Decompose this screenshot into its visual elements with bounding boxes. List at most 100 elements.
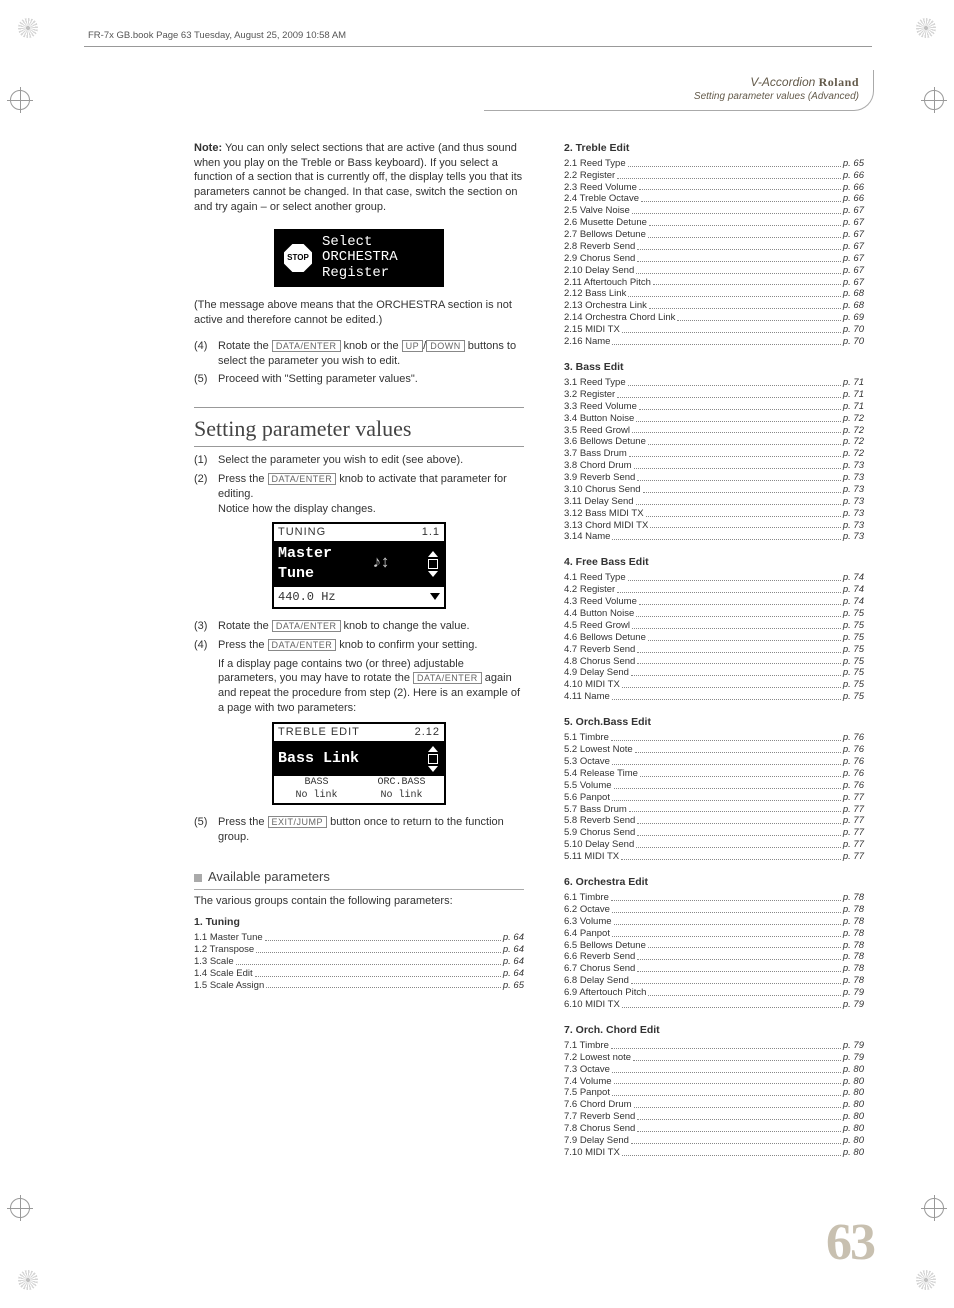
toc-entry-page: p. 79 — [843, 999, 864, 1011]
note-text: You can only select sections that are ac… — [194, 142, 522, 213]
toc-entry-page: p. 71 — [843, 377, 864, 389]
toc-entry: 2.1 Reed Typep. 65 — [564, 158, 864, 170]
leader-dots — [650, 520, 841, 529]
keycap-data-enter: DATA/ENTER — [268, 473, 337, 485]
leader-dots — [632, 425, 841, 434]
toc-entry-label: 5.6 Panpot — [564, 792, 610, 804]
toc-entry: 4.2 Registerp. 74 — [564, 584, 864, 596]
toc-entry-label: 2.9 Chorus Send — [564, 253, 635, 265]
toc-entry-page: p. 78 — [843, 892, 864, 904]
toc-group: 1. Tuning1.1 Master Tunep. 641.2 Transpo… — [194, 915, 524, 992]
leader-dots — [617, 584, 841, 593]
toc-entry: 4.7 Reverb Sendp. 75 — [564, 644, 864, 656]
toc-entry-page: p. 65 — [843, 158, 864, 170]
toc-entry-page: p. 73 — [843, 496, 864, 508]
toc-entry-label: 3.5 Reed Growl — [564, 425, 630, 437]
stop-line-3: Register — [322, 266, 398, 281]
leader-dots — [637, 472, 841, 481]
toc-entry-page: p. 72 — [843, 425, 864, 437]
leader-dots — [649, 217, 841, 226]
keycap-up: UP — [402, 340, 424, 352]
toc-entry-label: 2.5 Valve Noise — [564, 205, 630, 217]
leader-dots — [637, 253, 841, 262]
leader-dots — [614, 780, 841, 789]
toc-entry-page: p. 75 — [843, 691, 864, 703]
toc-entry-label: 3.3 Reed Volume — [564, 401, 637, 413]
toc-entry: 3.1 Reed Typep. 71 — [564, 377, 864, 389]
toc-entry: 2.12 Bass Linkp. 68 — [564, 288, 864, 300]
tuning-fork-icon: ♪↕ — [372, 553, 388, 576]
toc-entry-label: 7.2 Lowest note — [564, 1052, 631, 1064]
leader-dots — [628, 158, 841, 167]
toc-entry-label: 3.10 Chorus Send — [564, 484, 641, 496]
toc-entry: 2.2 Registerp. 66 — [564, 170, 864, 182]
toc-entry: 2.4 Treble Octave p. 66 — [564, 193, 864, 205]
toc-entry-label: 5.4 Release Time — [564, 768, 638, 780]
toc-entry-label: 2.13 Orchestra Link — [564, 300, 647, 312]
toc-entry-label: 2.4 Treble Octave — [564, 193, 639, 205]
toc-group: 5. Orch.Bass Edit5.1 Timbrep. 765.2 Lowe… — [564, 715, 864, 863]
toc-entry-page: p. 78 — [843, 904, 864, 916]
toc-entry-page: p. 75 — [843, 620, 864, 632]
ornament-icon — [916, 1270, 936, 1290]
leader-dots — [639, 401, 841, 410]
toc-entry: 4.4 Button Noisep. 75 — [564, 608, 864, 620]
toc-entry-page: p. 66 — [843, 193, 864, 205]
toc-entry-page: p. 76 — [843, 732, 864, 744]
toc-entry-label: 2.11 Aftertouch Pitch — [564, 277, 651, 289]
toc-entry: 4.8 Chorus Sendp. 75 — [564, 656, 864, 668]
toc-entry-page: p. 80 — [843, 1076, 864, 1088]
leader-dots — [640, 768, 841, 777]
leader-dots — [677, 312, 840, 321]
toc-entry-label: 7.7 Reverb Send — [564, 1111, 635, 1123]
toc-entry: 6.3 Volumep. 78 — [564, 916, 864, 928]
toc-entry-label: 1.3 Scale — [194, 956, 234, 968]
leader-dots — [629, 804, 841, 813]
leader-dots — [637, 815, 841, 824]
toc-entry: 5.3 Octavep. 76 — [564, 756, 864, 768]
lcd-title: TUNING — [278, 525, 326, 540]
toc-group: 6. Orchestra Edit6.1 Timbrep. 786.2 Octa… — [564, 875, 864, 1011]
brand-name: Roland — [819, 75, 859, 89]
toc-entry-page: p. 66 — [843, 170, 864, 182]
keycap-data-enter: DATA/ENTER — [268, 639, 337, 651]
step-2: (2) Press the DATA/ENTER knob to activat… — [194, 472, 524, 517]
toc-entry-page: p. 70 — [843, 324, 864, 336]
leader-dots — [622, 324, 841, 333]
toc-entry: 5.4 Release Timep. 76 — [564, 768, 864, 780]
ornament-icon — [18, 18, 38, 38]
ornament-icon — [18, 1270, 38, 1290]
toc-entry: 2.6 Musette Detunep. 67 — [564, 217, 864, 229]
keycap-down: DOWN — [426, 340, 465, 352]
note-paragraph: Note: You can only select sections that … — [194, 141, 524, 215]
toc-entry: 6.1 Timbrep. 78 — [564, 892, 864, 904]
toc-entry-page: p. 73 — [843, 520, 864, 532]
toc-entry-label: 1.4 Scale Edit — [194, 968, 253, 980]
toc-entry-label: 6.7 Chorus Send — [564, 963, 635, 975]
step-number: (4) — [194, 339, 218, 369]
step-3: (3) Rotate the DATA/ENTER knob to change… — [194, 619, 524, 634]
keycap-data-enter: DATA/ENTER — [272, 340, 341, 352]
toc-entry-page: p. 78 — [843, 963, 864, 975]
toc-entry: 7.9 Delay Sendp. 80 — [564, 1135, 864, 1147]
toc-entry-label: 7.9 Delay Send — [564, 1135, 629, 1147]
toc-entry: 7.10 MIDI TXp. 80 — [564, 1147, 864, 1159]
toc-entry: 1.4 Scale Editp. 64 — [194, 968, 524, 980]
toc-entry-label: 6.9 Aftertouch Pitch — [564, 987, 646, 999]
toc-entry-page: p. 78 — [843, 940, 864, 952]
toc-group: 3. Bass Edit3.1 Reed Typep. 713.2 Regist… — [564, 360, 864, 543]
toc-entry-label: 3.7 Bass Drum — [564, 448, 627, 460]
toc-right: 2. Treble Edit2.1 Reed Typep. 652.2 Regi… — [564, 141, 864, 1159]
toc-entry-label: 2.8 Reverb Send — [564, 241, 635, 253]
toc-entry: 7.7 Reverb Sendp. 80 — [564, 1111, 864, 1123]
available-parameters-intro: The various groups contain the following… — [194, 894, 524, 909]
leader-dots — [648, 436, 841, 445]
registration-mark-icon — [10, 90, 30, 110]
toc-entry-label: 5.9 Chorus Send — [564, 827, 635, 839]
leader-dots — [637, 1123, 841, 1132]
toc-entry: 7.8 Chorus Sendp. 80 — [564, 1123, 864, 1135]
toc-group: 7. Orch. Chord Edit7.1 Timbrep. 797.2 Lo… — [564, 1023, 864, 1159]
leader-dots — [632, 205, 841, 214]
toc-entry: 1.3 Scalep. 64 — [194, 956, 524, 968]
step-4: (4) Press the DATA/ENTER knob to confirm… — [194, 638, 524, 716]
